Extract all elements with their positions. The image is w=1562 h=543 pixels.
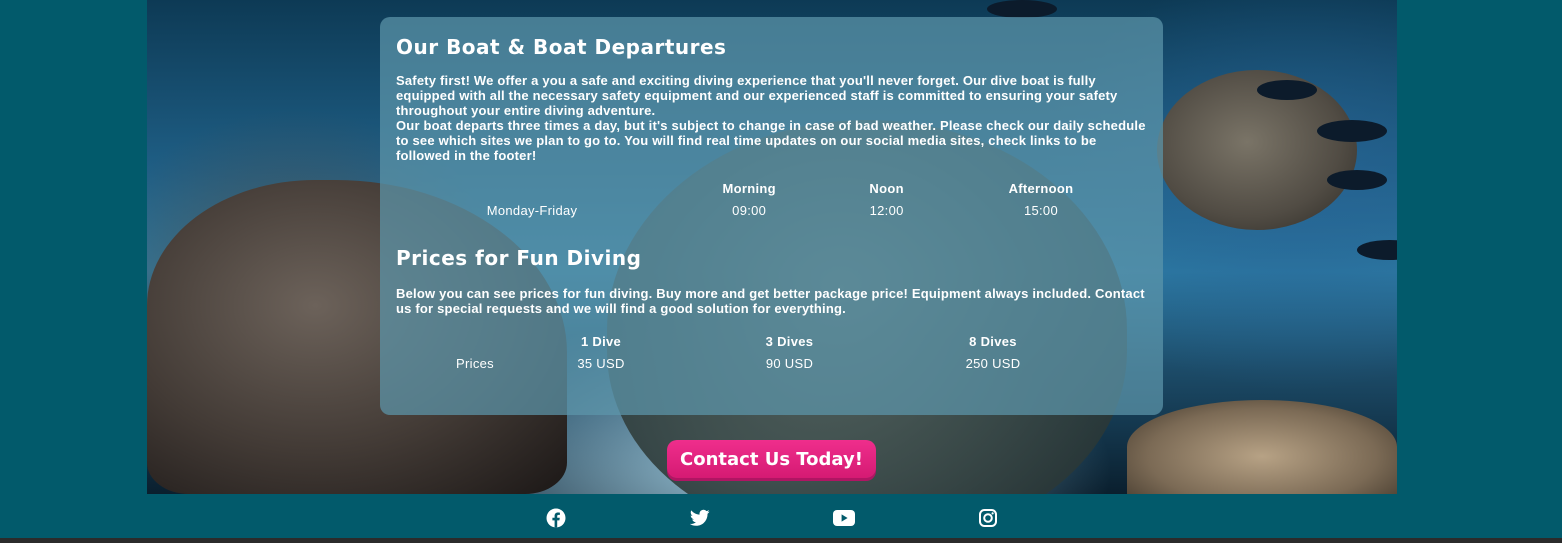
table-cell: 12:00 xyxy=(869,202,904,218)
table-row: Prices 35 USD 90 USD 250 USD xyxy=(420,352,1079,374)
row-label: Prices xyxy=(456,355,494,371)
table-header-cell: 1 Dive xyxy=(580,333,622,349)
facebook-icon[interactable] xyxy=(545,507,567,529)
table-header-cell xyxy=(420,177,644,199)
table-header-cell: 3 Dives xyxy=(765,333,814,349)
table-header-cell: Morning xyxy=(722,180,776,196)
youtube-icon[interactable] xyxy=(833,507,855,529)
table-header-row: 1 Dive 3 Dives 8 Dives xyxy=(420,330,1079,352)
departure-schedule-table: Morning Noon Afternoon Monday-Friday 09:… xyxy=(420,177,1163,221)
table-header-row: Morning Noon Afternoon xyxy=(420,177,1163,199)
table-header-cell: Noon xyxy=(869,180,904,196)
table-cell: 15:00 xyxy=(1023,202,1058,218)
prices-heading: Prices for Fun Diving xyxy=(396,246,642,270)
coral-decoration xyxy=(1127,400,1397,494)
prices-paragraph: Below you can see prices for fun diving.… xyxy=(396,286,1145,316)
boat-departure-paragraph: Our boat departs three times a day, but … xyxy=(396,118,1146,163)
boat-heading: Our Boat & Boat Departures xyxy=(396,35,727,59)
table-cell: 90 USD xyxy=(765,355,814,371)
table-header-cell: 8 Dives xyxy=(969,333,1017,349)
twitter-icon[interactable] xyxy=(689,507,711,529)
fish xyxy=(1327,170,1387,190)
fish xyxy=(1317,120,1387,142)
fish xyxy=(987,0,1057,18)
instagram-icon[interactable] xyxy=(977,507,999,529)
bottom-edge-bar xyxy=(0,538,1562,543)
row-label: Monday-Friday xyxy=(486,202,578,218)
fish xyxy=(1357,240,1397,260)
contact-us-button[interactable]: Contact Us Today! xyxy=(667,440,876,478)
info-panel: Our Boat & Boat Departures Safety first!… xyxy=(380,17,1163,415)
prices-table: 1 Dive 3 Dives 8 Dives Prices 35 USD 90 … xyxy=(420,330,1079,374)
table-header-cell xyxy=(420,330,530,352)
fish xyxy=(1257,80,1317,100)
boat-safety-paragraph: Safety first! We offer a you a safe and … xyxy=(396,73,1118,118)
table-cell: 09:00 xyxy=(732,202,767,218)
table-cell: 250 USD xyxy=(965,355,1021,371)
table-row: Monday-Friday 09:00 12:00 15:00 xyxy=(420,199,1163,221)
table-cell: 35 USD xyxy=(577,355,625,371)
turtle-head xyxy=(1157,70,1357,230)
table-header-cell: Afternoon xyxy=(1008,180,1074,196)
